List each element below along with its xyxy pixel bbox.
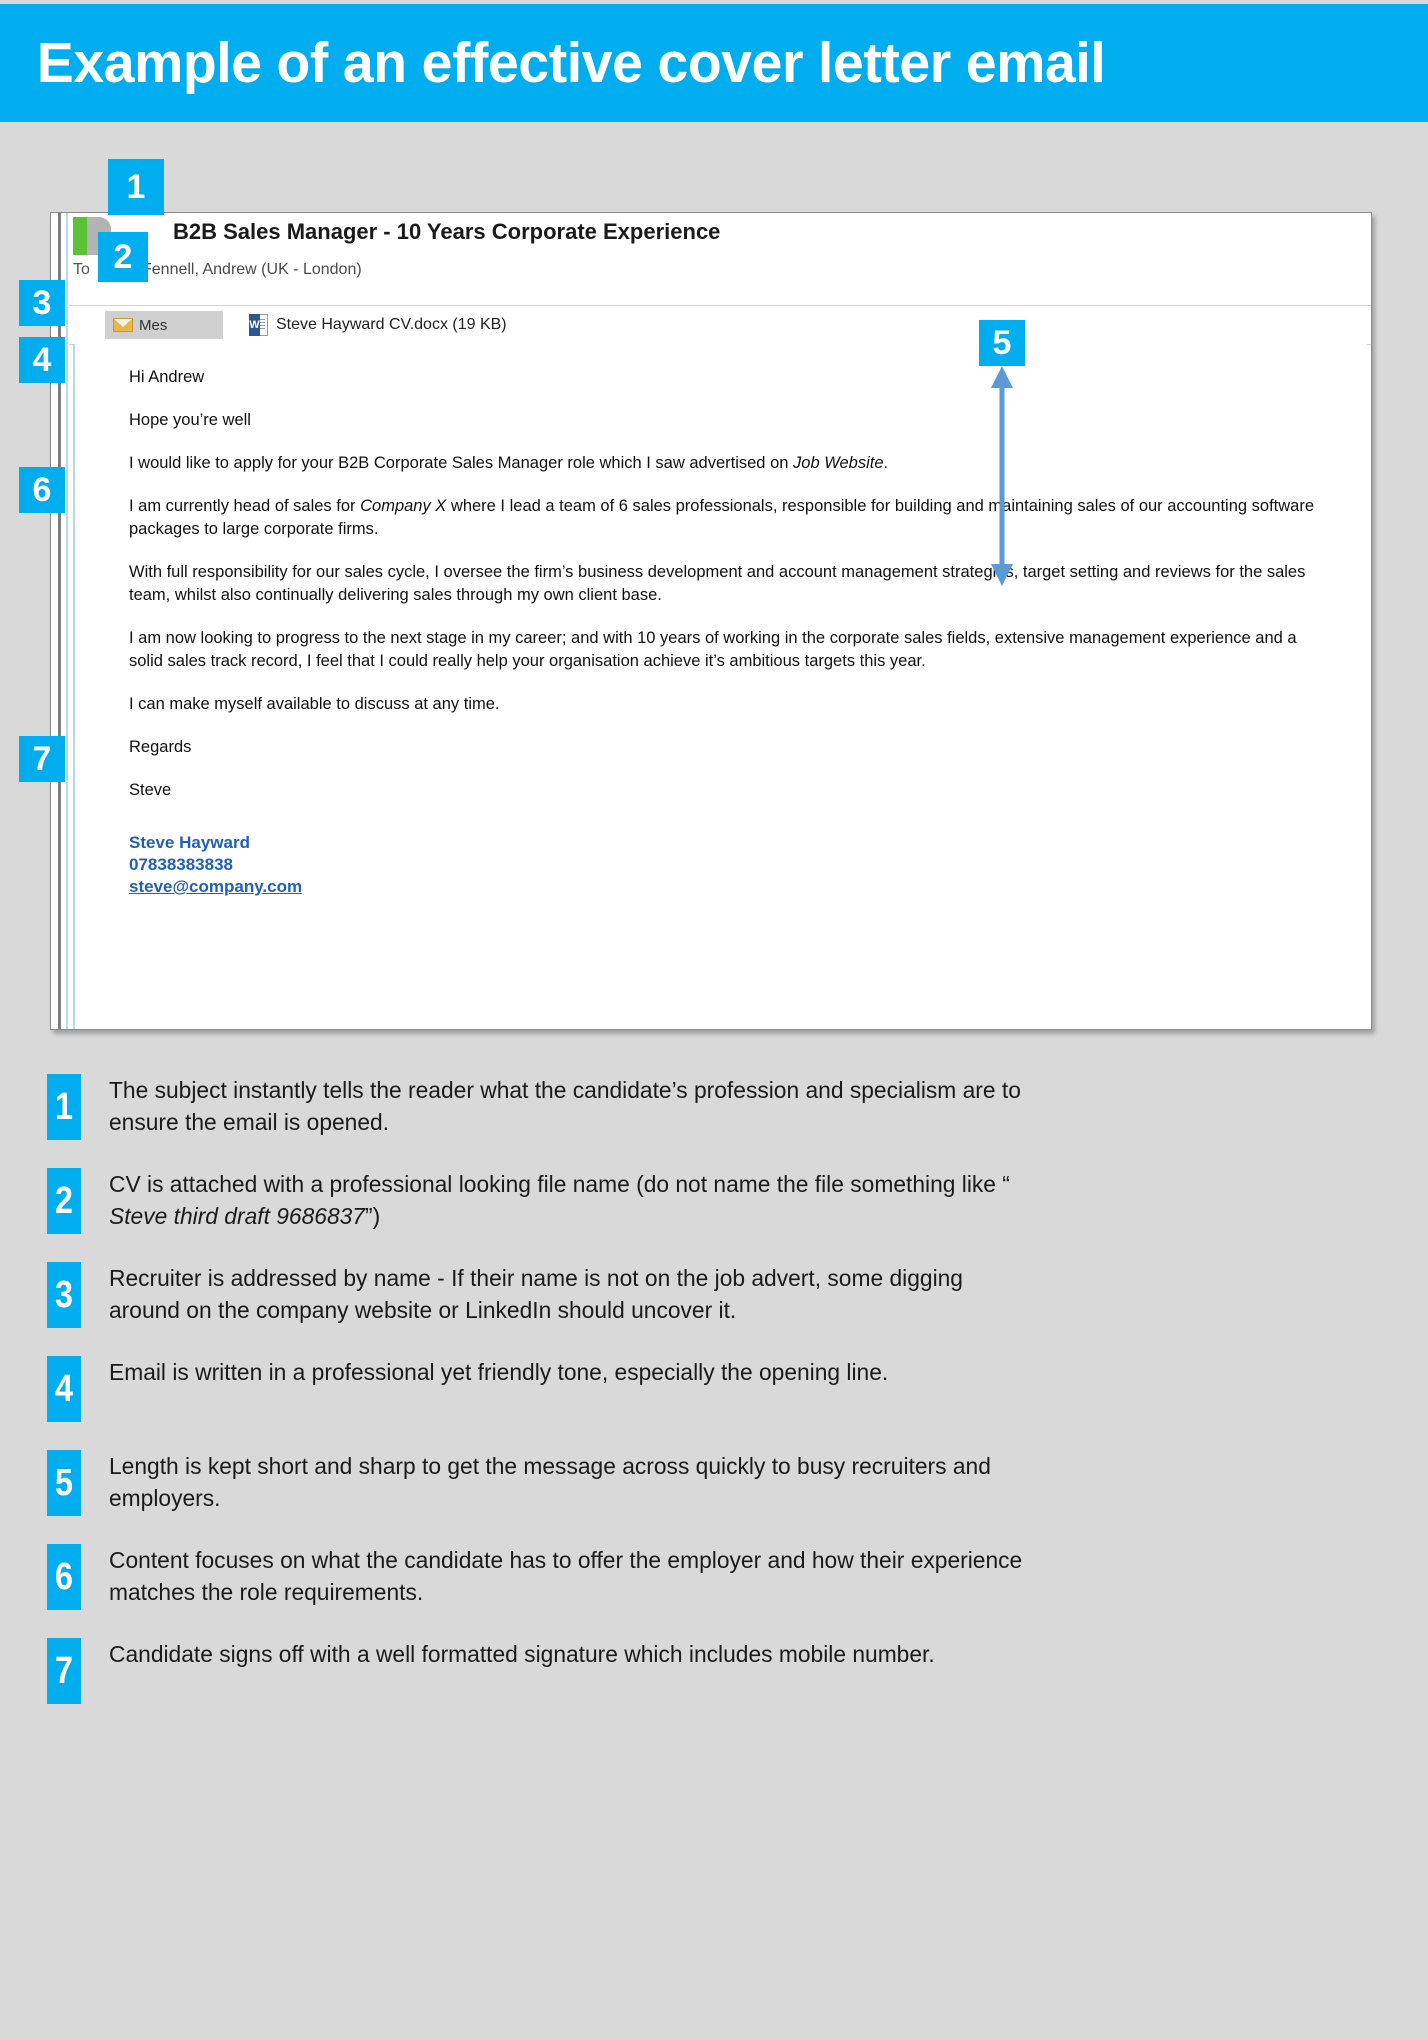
paragraph-1-part-a: I would like to apply for your B2B Corpo… (129, 454, 794, 472)
callout-badge-7: 7 (19, 736, 65, 782)
body-greeting: Hi Andrew (129, 368, 205, 386)
double-headed-vertical-arrow-icon (991, 366, 1013, 586)
note-item-2: 2 CV is attached with a professional loo… (0, 1168, 1428, 1234)
body-left-accent (73, 344, 75, 1029)
note-number-4: 4 (47, 1356, 81, 1422)
paragraph-1-part-b: . (883, 454, 889, 472)
email-preview-window: B2B Sales Manager - 10 Years Corporate E… (50, 212, 1372, 1030)
email-recipient: Fennell, Andrew (UK - London) (142, 261, 362, 278)
body-paragraph-5: I can make myself available to discuss a… (129, 695, 500, 713)
callout-badge-1: 1 (108, 159, 164, 215)
body-sign-name: Steve (129, 781, 172, 799)
body-paragraph-4: I am now looking to progress to the next… (129, 629, 1297, 670)
note-2-part-b: ”) (364, 1203, 381, 1229)
body-sign-off: Regards (129, 738, 192, 756)
note-item-7: 7 Candidate signs off with a well format… (0, 1638, 1428, 1704)
note-item-3: 3 Recruiter is addressed by name - If th… (0, 1262, 1428, 1328)
note-number-2: 2 (47, 1168, 81, 1234)
note-item-1: 1 The subject instantly tells the reader… (0, 1074, 1428, 1140)
callout-badge-4: 4 (19, 337, 65, 383)
note-number-7: 7 (47, 1638, 81, 1704)
email-body-text: Hi Andrew Hope you’re well I would like … (129, 366, 1314, 898)
note-text-5: Length is kept short and sharp to get th… (109, 1453, 991, 1511)
email-body: Hi Andrew Hope you’re well I would like … (73, 344, 1367, 1029)
envelope-icon (113, 318, 133, 332)
email-signature: Steve Hayward 07838383838 steve@company.… (129, 832, 1314, 898)
note-text-2: CV is attached with a professional looki… (109, 1168, 1040, 1232)
note-text-4: Email is written in a professional yet f… (109, 1359, 889, 1385)
body-paragraph-3: With full responsibility for our sales c… (129, 563, 1306, 604)
message-tab[interactable]: Mes (105, 311, 223, 339)
note-number-5: 5 (47, 1450, 81, 1516)
signature-email-link[interactable]: steve@company.com (129, 876, 1314, 898)
email-attachment-bar: Mes Steve Hayward CV.docx (19 KB) (69, 305, 1371, 345)
note-text-3: Recruiter is addressed by name - If thei… (109, 1265, 963, 1323)
note-text-6: Content focuses on what the candidate ha… (109, 1547, 1023, 1605)
explanation-list: 1 The subject instantly tells the reader… (0, 1074, 1428, 1732)
note-2-italic: Steve third draft 9686837 (109, 1203, 365, 1229)
paragraph-2-part-a: I am currently head of sales for (129, 497, 361, 515)
callout-badge-5: 5 (979, 320, 1025, 366)
message-tab-label: Mes (139, 316, 168, 334)
page-title: Example of an effective cover letter ema… (36, 31, 1106, 95)
note-number-6: 6 (47, 1544, 81, 1610)
paragraph-2-italic: Company X (360, 497, 447, 515)
callout-badge-3: 3 (19, 280, 65, 326)
email-header: B2B Sales Manager - 10 Years Corporate E… (69, 213, 1371, 305)
attachment-item[interactable]: Steve Hayward CV.docx (19 KB) (249, 314, 507, 336)
email-subject: B2B Sales Manager - 10 Years Corporate E… (173, 219, 721, 244)
attachment-filename: Steve Hayward CV.docx (19 KB) (276, 316, 507, 333)
body-paragraph-2: I am currently head of sales for Company… (129, 495, 1314, 541)
note-item-6: 6 Content focuses on what the candidate … (0, 1544, 1428, 1610)
note-2-part-a: CV is attached with a professional looki… (109, 1171, 1010, 1197)
note-item-4: 4 Email is written in a professional yet… (0, 1356, 1428, 1422)
body-paragraph-1: I would like to apply for your B2B Corpo… (129, 452, 1314, 475)
note-text-7: Candidate signs off with a well formatte… (109, 1641, 935, 1667)
callout-badge-6: 6 (19, 467, 65, 513)
signature-phone: 07838383838 (129, 855, 234, 874)
page-header-banner: Example of an effective cover letter ema… (0, 4, 1428, 122)
note-item-5: 5 Length is kept short and sharp to get … (0, 1450, 1428, 1516)
window-left-border (58, 213, 61, 1029)
note-number-3: 3 (47, 1262, 81, 1328)
body-opening: Hope you’re well (129, 411, 251, 429)
paragraph-1-italic: Job Website (793, 454, 884, 472)
note-number-1: 1 (47, 1074, 81, 1140)
callout-badge-2: 2 (98, 232, 148, 282)
note-text-1: The subject instantly tells the reader w… (109, 1077, 1021, 1135)
word-document-icon (249, 314, 268, 336)
window-left-accent (66, 213, 68, 1029)
signature-name: Steve Hayward (129, 833, 250, 852)
